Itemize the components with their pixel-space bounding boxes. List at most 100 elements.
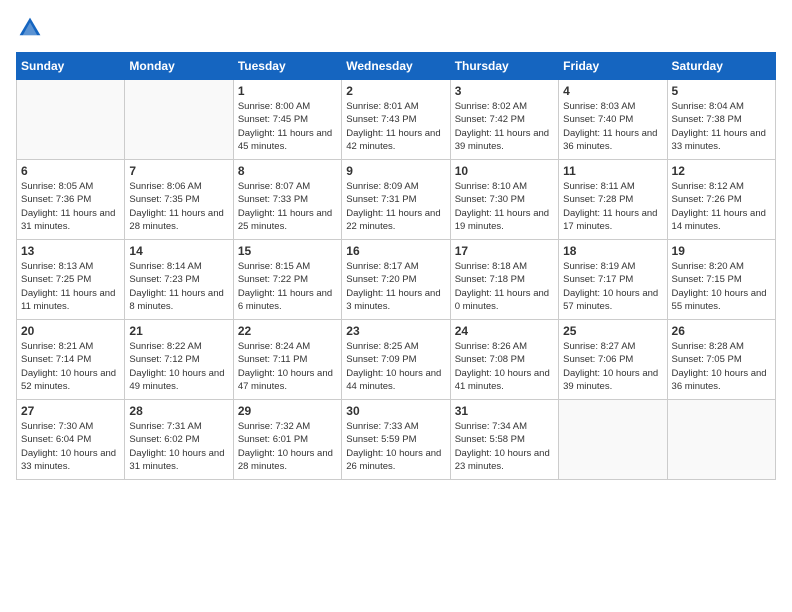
- sunset: Sunset: 5:59 PM: [346, 434, 416, 445]
- sunset: Sunset: 7:06 PM: [563, 354, 633, 365]
- sunrise: Sunrise: 8:15 AM: [238, 261, 310, 272]
- day-number: 1: [238, 84, 337, 98]
- calendar-cell: 21Sunrise: 8:22 AMSunset: 7:12 PMDayligh…: [125, 320, 233, 400]
- calendar-cell: [125, 80, 233, 160]
- sunrise: Sunrise: 8:01 AM: [346, 101, 418, 112]
- sunset: Sunset: 6:04 PM: [21, 434, 91, 445]
- calendar-cell: 31Sunrise: 7:34 AMSunset: 5:58 PMDayligh…: [450, 400, 558, 480]
- calendar-cell: [17, 80, 125, 160]
- day-number: 6: [21, 164, 120, 178]
- daylight: Daylight: 10 hours and 55 minutes.: [672, 288, 767, 312]
- day-info: Sunrise: 8:10 AMSunset: 7:30 PMDaylight:…: [455, 180, 554, 233]
- daylight: Daylight: 11 hours and 19 minutes.: [455, 208, 549, 232]
- day-info: Sunrise: 8:20 AMSunset: 7:15 PMDaylight:…: [672, 260, 771, 313]
- calendar-cell: 19Sunrise: 8:20 AMSunset: 7:15 PMDayligh…: [667, 240, 775, 320]
- sunset: Sunset: 7:33 PM: [238, 194, 308, 205]
- daylight: Daylight: 10 hours and 52 minutes.: [21, 368, 116, 392]
- day-header-saturday: Saturday: [667, 53, 775, 80]
- day-info: Sunrise: 8:01 AM Sunset: 7:43 PM Daylight:…: [346, 100, 445, 153]
- sunrise: Sunrise: 8:24 AM: [238, 341, 310, 352]
- sunset: Sunset: 7:40 PM: [563, 114, 633, 125]
- sunrise: Sunrise: 8:13 AM: [21, 261, 93, 272]
- daylight: Daylight: 11 hours and 42 minutes.: [346, 128, 440, 152]
- sunset: Sunset: 7:28 PM: [563, 194, 633, 205]
- calendar-cell: 18Sunrise: 8:19 AMSunset: 7:17 PMDayligh…: [559, 240, 667, 320]
- daylight: Daylight: 11 hours and 33 minutes.: [672, 128, 766, 152]
- sunset: Sunset: 7:22 PM: [238, 274, 308, 285]
- day-number: 22: [238, 324, 337, 338]
- calendar-cell: [559, 400, 667, 480]
- calendar-cell: 30Sunrise: 7:33 AMSunset: 5:59 PMDayligh…: [342, 400, 450, 480]
- day-info: Sunrise: 7:34 AMSunset: 5:58 PMDaylight:…: [455, 420, 554, 473]
- daylight: Daylight: 11 hours and 25 minutes.: [238, 208, 332, 232]
- sunset: Sunset: 7:08 PM: [455, 354, 525, 365]
- sunrise: Sunrise: 8:02 AM: [455, 101, 527, 112]
- day-number: 11: [563, 164, 662, 178]
- calendar-week-2: 6Sunrise: 8:05 AMSunset: 7:36 PMDaylight…: [17, 160, 776, 240]
- day-info: Sunrise: 8:14 AMSunset: 7:23 PMDaylight:…: [129, 260, 228, 313]
- day-info: Sunrise: 8:27 AM Sunset: 7:06 PM Daylight:…: [563, 340, 662, 393]
- sunset: Sunset: 6:02 PM: [129, 434, 199, 445]
- calendar-week-1: 1 Sunrise: 8:00 AMSunset: 7:45 PMDaylight…: [17, 80, 776, 160]
- calendar-cell: 14 Sunrise: 8:14 AMSunset: 7:23 PMDayligh…: [125, 240, 233, 320]
- calendar-cell: 22Sunrise: 8:24 AMSunset: 7:11 PMDayligh…: [233, 320, 341, 400]
- calendar-cell: 6Sunrise: 8:05 AMSunset: 7:36 PMDaylight…: [17, 160, 125, 240]
- sunrise: Sunrise: 7:30 AM: [21, 421, 93, 432]
- calendar-cell: 24Sunrise: 8:26 AMSunset: 7:08 PMDayligh…: [450, 320, 558, 400]
- calendar-cell: 10 Sunrise: 8:10 AMSunset: 7:30 PMDayligh…: [450, 160, 558, 240]
- sunset: Sunset: 7:43 PM: [346, 114, 416, 125]
- sunset: Sunset: 7:30 PM: [455, 194, 525, 205]
- sunrise: Sunrise: 7:32 AM: [238, 421, 310, 432]
- day-info: Sunrise: 8:11 AMSunset: 7:28 PMDaylight:…: [563, 180, 662, 233]
- page-header: [16, 16, 776, 40]
- day-header-wednesday: Wednesday: [342, 53, 450, 80]
- calendar-cell: 25Sunrise: 8:27 AMSunset: 7:06 PMDayligh…: [559, 320, 667, 400]
- sunset: Sunset: 7:14 PM: [21, 354, 91, 365]
- daylight: Daylight: 10 hours and 26 minutes.: [346, 448, 441, 472]
- day-number: 17: [455, 244, 554, 258]
- calendar-cell: 28Sunrise: 7:31 AMSunset: 6:02 PMDayligh…: [125, 400, 233, 480]
- day-info: Sunrise: 8:19 AMSunset: 7:17 PMDaylight:…: [563, 260, 662, 313]
- sunrise: Sunrise: 8:21 AM: [21, 341, 93, 352]
- day-number: 10: [455, 164, 554, 178]
- calendar-cell: 12Sunrise: 8:12 AMSunset: 7:26 PMDayligh…: [667, 160, 775, 240]
- sunset: Sunset: 7:25 PM: [21, 274, 91, 285]
- sunrise: Sunrise: 8:03 AM: [563, 101, 635, 112]
- day-info: Sunrise: 7:30 AMSunset: 6:04 PMDaylight:…: [21, 420, 120, 473]
- sunrise: Sunrise: 8:07 AM: [238, 181, 310, 192]
- sunrise: Sunrise: 8:28 AM: [672, 341, 744, 352]
- sunrise: Sunrise: 8:00 AM: [238, 101, 310, 112]
- calendar-cell: 4Sunrise: 8:03 AMSunset: 7:40 PMDaylight…: [559, 80, 667, 160]
- sunrise: Sunrise: 8:22 AM: [129, 341, 201, 352]
- sunset: Sunset: 7:20 PM: [346, 274, 416, 285]
- daylight: Daylight: 10 hours and 47 minutes.: [238, 368, 333, 392]
- calendar-cell: 8 Sunrise: 8:07 AM Sunset: 7:33 PM Daylight…: [233, 160, 341, 240]
- sunrise: Sunrise: 8:12 AM: [672, 181, 744, 192]
- daylight: Daylight: 11 hours and 17 minutes.: [563, 208, 657, 232]
- day-number: 2: [346, 84, 445, 98]
- day-info: Sunrise: 8:12 AMSunset: 7:26 PMDaylight:…: [672, 180, 771, 233]
- sunset: Sunset: 7:35 PM: [129, 194, 199, 205]
- day-info: Sunrise: 8:07 AM Sunset: 7:33 PM Daylight:…: [238, 180, 337, 233]
- calendar-cell: 9Sunrise: 8:09 AMSunset: 7:31 PMDaylight…: [342, 160, 450, 240]
- sunrise: Sunrise: 8:04 AM: [672, 101, 744, 112]
- day-number: 4: [563, 84, 662, 98]
- daylight: Daylight: 10 hours and 39 minutes.: [563, 368, 658, 392]
- calendar-table: SundayMondayTuesdayWednesdayThursdayFrid…: [16, 52, 776, 480]
- sunrise: Sunrise: 8:27 AM: [563, 341, 635, 352]
- sunset: Sunset: 7:09 PM: [346, 354, 416, 365]
- day-info: Sunrise: 8:17 AMSunset: 7:20 PMDaylight:…: [346, 260, 445, 313]
- day-header-friday: Friday: [559, 53, 667, 80]
- day-header-sunday: Sunday: [17, 53, 125, 80]
- day-info: Sunrise: 8:04 AMSunset: 7:38 PMDaylight:…: [672, 100, 771, 153]
- day-number: 13: [21, 244, 120, 258]
- sunset: Sunset: 7:12 PM: [129, 354, 199, 365]
- daylight: Daylight: 11 hours and 31 minutes.: [21, 208, 115, 232]
- sunset: Sunset: 7:26 PM: [672, 194, 742, 205]
- sunrise: Sunrise: 8:19 AM: [563, 261, 635, 272]
- day-number: 14: [129, 244, 228, 258]
- day-info: Sunrise: 8:00 AMSunset: 7:45 PMDaylight:…: [238, 100, 337, 153]
- sunrise: Sunrise: 7:33 AM: [346, 421, 418, 432]
- day-number: 8: [238, 164, 337, 178]
- daylight: Daylight: 11 hours and 45 minutes.: [238, 128, 332, 152]
